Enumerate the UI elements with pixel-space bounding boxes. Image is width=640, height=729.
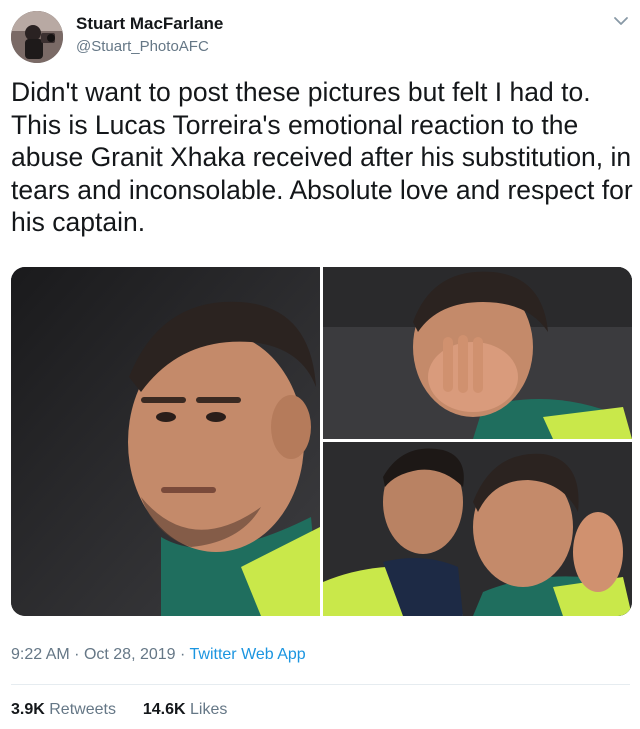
tweet-meta: 9:22 AM · Oct 28, 2019 · Twitter Web App (11, 646, 306, 664)
meta-separator: · (180, 646, 186, 663)
profile-photo (11, 11, 63, 63)
likes-count: 14.6K (142, 701, 186, 718)
author-handle[interactable]: @Stuart_PhotoAFC (76, 38, 209, 55)
tweet-card: Stuart MacFarlane @Stuart_PhotoAFC Didn'… (0, 0, 640, 729)
photo-3[interactable] (323, 442, 632, 616)
divider (11, 684, 630, 685)
likes-stat[interactable]: 14.6K Likes (143, 701, 228, 718)
tweet-time[interactable]: 9:22 AM (11, 646, 70, 663)
likes-label: Likes (190, 701, 228, 718)
tweet-text: Didn't want to post these pictures but f… (11, 77, 633, 237)
meta-separator: · (74, 646, 80, 663)
avatar[interactable] (11, 11, 63, 63)
tweet-source-link[interactable]: Twitter Web App (190, 646, 306, 663)
photo-1[interactable] (11, 267, 320, 616)
retweets-stat[interactable]: 3.9K Retweets (11, 701, 120, 718)
author-name[interactable]: Stuart MacFarlane (76, 14, 223, 34)
photo-grid[interactable] (11, 267, 632, 616)
chevron-down-icon[interactable] (612, 14, 630, 28)
photo-2[interactable] (323, 267, 632, 439)
retweets-count: 3.9K (11, 701, 45, 718)
tweet-stats: 3.9K Retweets 14.6K Likes (11, 701, 227, 719)
tweet-date[interactable]: Oct 28, 2019 (84, 646, 176, 663)
retweets-label: Retweets (49, 701, 116, 718)
